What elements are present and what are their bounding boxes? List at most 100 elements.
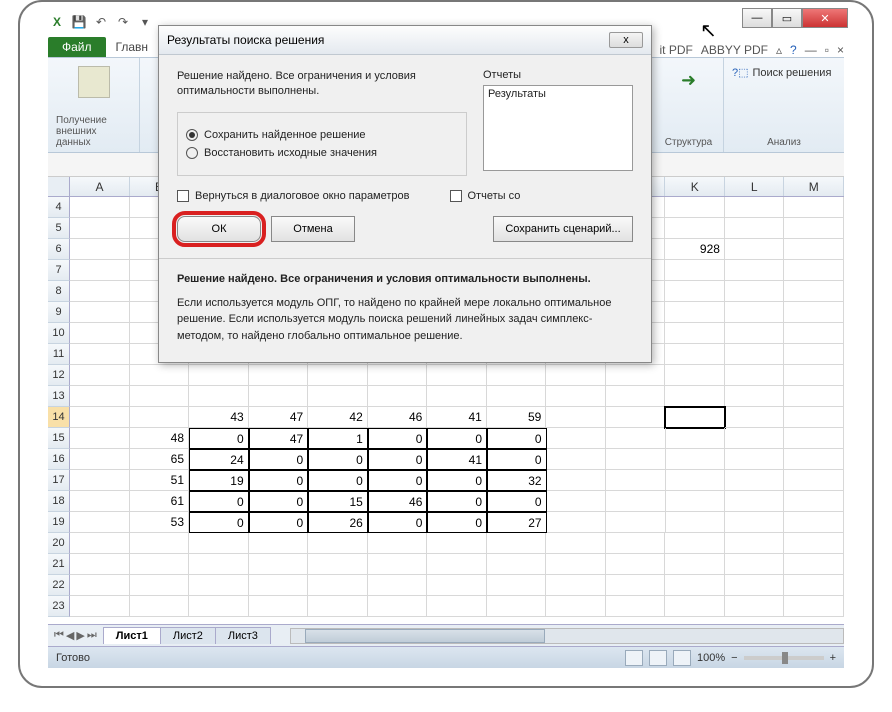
- cell[interactable]: [189, 365, 249, 386]
- cell[interactable]: [547, 428, 606, 449]
- cell[interactable]: [308, 596, 368, 617]
- cell[interactable]: [546, 596, 606, 617]
- view-pagebreak-icon[interactable]: [673, 650, 691, 666]
- cell[interactable]: [784, 365, 844, 386]
- minimize-button[interactable]: —: [742, 8, 772, 28]
- cell[interactable]: [487, 575, 547, 596]
- row-header[interactable]: 16: [48, 449, 70, 470]
- cell[interactable]: [725, 470, 784, 491]
- cell[interactable]: 0: [189, 428, 249, 449]
- row-header[interactable]: 6: [48, 239, 70, 260]
- cell[interactable]: 59: [487, 407, 547, 428]
- cell[interactable]: [70, 491, 129, 512]
- cell[interactable]: [606, 491, 665, 512]
- cell[interactable]: [368, 554, 428, 575]
- cell[interactable]: [70, 449, 129, 470]
- cell[interactable]: 48: [130, 428, 189, 449]
- cell[interactable]: [666, 512, 725, 533]
- sheet-nav-last-icon[interactable]: ⏭: [87, 629, 97, 642]
- cell[interactable]: [665, 197, 725, 218]
- cell[interactable]: [665, 596, 725, 617]
- cell[interactable]: [308, 554, 368, 575]
- cell[interactable]: 46: [368, 407, 428, 428]
- ribbon-window-close-icon[interactable]: ×: [837, 43, 844, 57]
- cell[interactable]: [249, 575, 309, 596]
- report-item[interactable]: Результаты: [488, 88, 628, 100]
- cell[interactable]: [784, 533, 844, 554]
- cell[interactable]: [70, 470, 129, 491]
- cell[interactable]: [308, 575, 368, 596]
- select-all-corner[interactable]: [48, 177, 70, 196]
- cell[interactable]: [725, 512, 784, 533]
- cell[interactable]: [725, 575, 785, 596]
- view-layout-icon[interactable]: [649, 650, 667, 666]
- zoom-out-icon[interactable]: −: [731, 652, 737, 664]
- cell[interactable]: 0: [368, 512, 428, 533]
- ribbon-window-restore-icon[interactable]: ▫: [825, 43, 829, 57]
- cell[interactable]: 0: [427, 491, 487, 512]
- cell[interactable]: [784, 575, 844, 596]
- cell[interactable]: 0: [189, 491, 249, 512]
- cell[interactable]: [427, 596, 487, 617]
- cell[interactable]: [189, 596, 249, 617]
- row-header[interactable]: 4: [48, 197, 70, 218]
- cell[interactable]: [70, 365, 130, 386]
- zoom-slider[interactable]: [744, 656, 824, 660]
- cell[interactable]: [308, 365, 368, 386]
- cell[interactable]: 51: [130, 470, 189, 491]
- cell[interactable]: [725, 449, 784, 470]
- cell[interactable]: [546, 575, 606, 596]
- row-header[interactable]: 12: [48, 365, 70, 386]
- cell[interactable]: [725, 407, 785, 428]
- cell[interactable]: [665, 218, 725, 239]
- row-header[interactable]: 9: [48, 302, 70, 323]
- undo-icon[interactable]: ↶: [92, 13, 110, 31]
- cell[interactable]: [547, 491, 606, 512]
- col-header[interactable]: L: [725, 177, 785, 196]
- cell[interactable]: 0: [427, 470, 487, 491]
- cell[interactable]: 26: [308, 512, 368, 533]
- cell[interactable]: [665, 575, 725, 596]
- cell[interactable]: [70, 386, 130, 407]
- cell[interactable]: [368, 533, 428, 554]
- cell[interactable]: [665, 344, 725, 365]
- row-header[interactable]: 10: [48, 323, 70, 344]
- cell[interactable]: [70, 428, 129, 449]
- cell[interactable]: 15: [308, 491, 368, 512]
- cell[interactable]: [665, 533, 725, 554]
- cell[interactable]: [487, 554, 547, 575]
- cell[interactable]: [784, 260, 844, 281]
- cell[interactable]: [70, 533, 130, 554]
- external-data-icon[interactable]: [78, 66, 110, 98]
- cell[interactable]: 0: [249, 491, 309, 512]
- row-header[interactable]: 17: [48, 470, 70, 491]
- solver-button[interactable]: ?⬚ Поиск решения: [732, 66, 831, 79]
- cell[interactable]: [665, 365, 725, 386]
- cell[interactable]: [725, 533, 785, 554]
- cell[interactable]: [784, 344, 844, 365]
- cell[interactable]: [784, 197, 844, 218]
- cell[interactable]: [70, 596, 130, 617]
- cell[interactable]: [725, 302, 785, 323]
- save-scenario-button[interactable]: Сохранить сценарий...: [493, 216, 633, 242]
- sheet-nav-prev-icon[interactable]: ◀: [66, 629, 74, 642]
- cell[interactable]: [547, 470, 606, 491]
- dialog-titlebar[interactable]: Результаты поиска решения x: [159, 26, 651, 55]
- row-header[interactable]: 5: [48, 218, 70, 239]
- cell[interactable]: [725, 491, 784, 512]
- cell[interactable]: [725, 365, 785, 386]
- cell[interactable]: [70, 302, 130, 323]
- cell[interactable]: [725, 428, 784, 449]
- cell[interactable]: [249, 554, 309, 575]
- check-outline-reports[interactable]: Отчеты со: [450, 190, 521, 202]
- cell[interactable]: 0: [427, 428, 487, 449]
- tab-edit-pdf[interactable]: it PDF: [660, 43, 693, 57]
- cell[interactable]: 0: [189, 512, 249, 533]
- cell[interactable]: [725, 386, 785, 407]
- cell[interactable]: [130, 596, 190, 617]
- cell[interactable]: [784, 428, 843, 449]
- cell[interactable]: [249, 533, 309, 554]
- row-header[interactable]: 21: [48, 554, 70, 575]
- tab-file[interactable]: Файл: [48, 37, 106, 57]
- cell[interactable]: [665, 281, 725, 302]
